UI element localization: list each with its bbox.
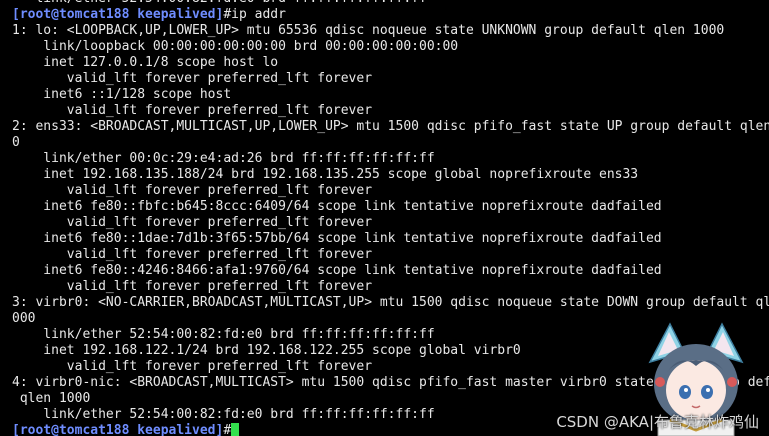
- prompt-symbol: #: [223, 423, 232, 436]
- output-line: 2: ens33: <BROADCAST,MULTICAST,UP,LOWER_…: [12, 119, 769, 134]
- output-line: valid_lft forever preferred_lft forever: [12, 183, 373, 198]
- csdn-watermark: CSDN @AKA|布鲁克林炸鸡仙: [556, 413, 759, 431]
- output-line: inet 127.0.0.1/8 scope host lo: [12, 55, 279, 70]
- prompt-host: [root@tomcat188 keepalived]: [12, 423, 224, 436]
- output-line: inet6 fe80::4246:8466:afa1:9760/64 scope…: [12, 263, 662, 278]
- prompt-symbol: #: [223, 7, 232, 22]
- output-line: inet 192.168.135.188/24 brd 192.168.135.…: [12, 167, 639, 182]
- command-text[interactable]: ip addr: [231, 7, 286, 22]
- output-line: valid_lft forever preferred_lft forever: [12, 103, 373, 118]
- output-line: inet6 fe80::fbfc:b645:8ccc:6409/64 scope…: [12, 199, 662, 214]
- output-line: 0: [12, 135, 20, 150]
- output-line: link/ether 52:54:00:82:fd:e0 brd ff:ff:f…: [12, 0, 769, 7]
- output-line: valid_lft forever preferred_lft forever: [12, 279, 373, 294]
- prompt-host: [root@tomcat188 keepalived]: [12, 7, 224, 22]
- prompt-line: [root@tomcat188 keepalived]#ip addr: [12, 7, 769, 23]
- output-line: valid_lft forever preferred_lft forever: [12, 215, 373, 230]
- output-line: valid_lft forever preferred_lft forever: [12, 71, 373, 86]
- output-line: 3: virbr0: <NO-CARRIER,BROADCAST,MULTICA…: [12, 295, 769, 310]
- output-line: link/ether 00:0c:29:e4:ad:26 brd ff:ff:f…: [12, 151, 435, 166]
- output-line: valid_lft forever preferred_lft forever: [12, 247, 373, 262]
- output-line: inet6 ::1/128 scope host: [12, 87, 232, 102]
- output-line: link/loopback 00:00:00:00:00:00 brd 00:0…: [12, 39, 459, 54]
- output-line: inet6 fe80::1dae:7d1b:3f65:57bb/64 scope…: [12, 231, 662, 246]
- terminal-cursor[interactable]: [231, 423, 240, 436]
- output-line: 1: lo: <LOOPBACK,UP,LOWER_UP> mtu 65536 …: [12, 23, 725, 38]
